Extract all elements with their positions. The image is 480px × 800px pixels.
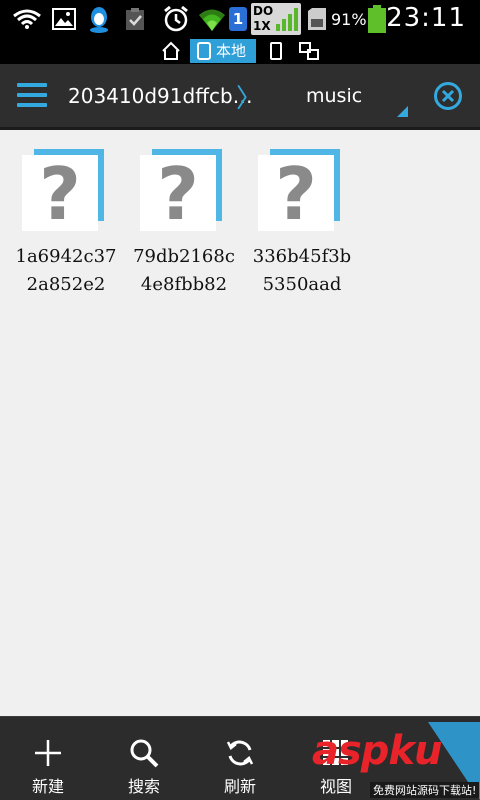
gallery-icon bbox=[52, 8, 76, 30]
watermark-logo: aspku 免费网站源码下载站! bbox=[308, 722, 480, 800]
plus-icon bbox=[35, 740, 61, 766]
wifi-search-icon bbox=[13, 9, 41, 29]
search-button[interactable]: 搜索 bbox=[96, 717, 192, 800]
svg-text:?: ? bbox=[157, 152, 199, 231]
signal-bars-icon bbox=[276, 8, 298, 31]
clipboard-check-icon bbox=[126, 8, 144, 30]
watermark-brand: aspku bbox=[312, 728, 443, 774]
file-name: 1a6942c372a852e2 bbox=[15, 246, 117, 295]
location-bar: 本地 bbox=[0, 38, 480, 64]
menu-icon[interactable] bbox=[17, 83, 47, 109]
clock-time: 23:11 bbox=[386, 3, 466, 33]
phone-icon bbox=[197, 42, 211, 60]
file-name: 79db2168c4e8fbb82 bbox=[133, 246, 235, 295]
location-tab-local-label: 本地 bbox=[216, 42, 247, 60]
battery-percent: 91% bbox=[331, 10, 367, 29]
unknown-file-icon: ? bbox=[22, 149, 104, 231]
wifi-signal-icon bbox=[199, 9, 225, 31]
new-button[interactable]: 新建 bbox=[0, 717, 96, 800]
close-icon[interactable] bbox=[433, 81, 463, 111]
home-icon[interactable] bbox=[160, 40, 182, 62]
refresh-button[interactable]: 刷新 bbox=[192, 717, 288, 800]
unknown-file-icon: ? bbox=[140, 149, 222, 231]
sd-card-icon bbox=[308, 8, 326, 30]
network-type-indicator: DO 1X bbox=[251, 3, 301, 35]
refresh-label: 刷新 bbox=[223, 777, 256, 796]
folder-dropdown-icon[interactable] bbox=[397, 106, 408, 117]
app-root: 1 DO 1X 91% 23:11 本地 203410d91dffcb… 〉 m… bbox=[0, 0, 480, 800]
network-share-icon[interactable] bbox=[298, 40, 320, 62]
network-type-line1: DO bbox=[253, 4, 274, 18]
new-label: 新建 bbox=[31, 777, 64, 796]
chevron-right-icon: 〉 bbox=[236, 84, 263, 114]
file-item[interactable]: ? 79db2168c4e8fbb82 bbox=[133, 149, 248, 299]
watermark-tagline: 免费网站源码下载站! bbox=[370, 782, 480, 798]
refresh-icon bbox=[226, 740, 254, 766]
file-item[interactable]: ? 1a6942c372a852e2 bbox=[16, 149, 130, 299]
battery-icon bbox=[368, 5, 386, 33]
unknown-file-icon: ? bbox=[258, 149, 340, 231]
qq-icon bbox=[90, 7, 108, 33]
alarm-clock-icon bbox=[164, 5, 188, 32]
search-label: 搜索 bbox=[127, 777, 160, 796]
network-type-line2: 1X bbox=[253, 19, 271, 33]
svg-text:?: ? bbox=[39, 152, 81, 231]
svg-text:?: ? bbox=[275, 152, 317, 231]
file-name: 336b45f3b5350aad bbox=[252, 246, 352, 295]
search-icon bbox=[130, 739, 159, 768]
location-tab-local[interactable]: 本地 bbox=[190, 39, 256, 63]
device-icon[interactable] bbox=[268, 40, 284, 62]
status-bar: 1 DO 1X 91% 23:11 bbox=[0, 0, 480, 38]
current-folder[interactable]: music bbox=[306, 85, 362, 107]
breadcrumb-path[interactable]: 203410d91dffcb… bbox=[68, 84, 253, 108]
file-item[interactable]: ? 336b45f3b5350aad bbox=[253, 149, 366, 299]
sim-badge: 1 bbox=[229, 7, 247, 31]
header-bar: 203410d91dffcb… 〉 music bbox=[0, 64, 480, 130]
